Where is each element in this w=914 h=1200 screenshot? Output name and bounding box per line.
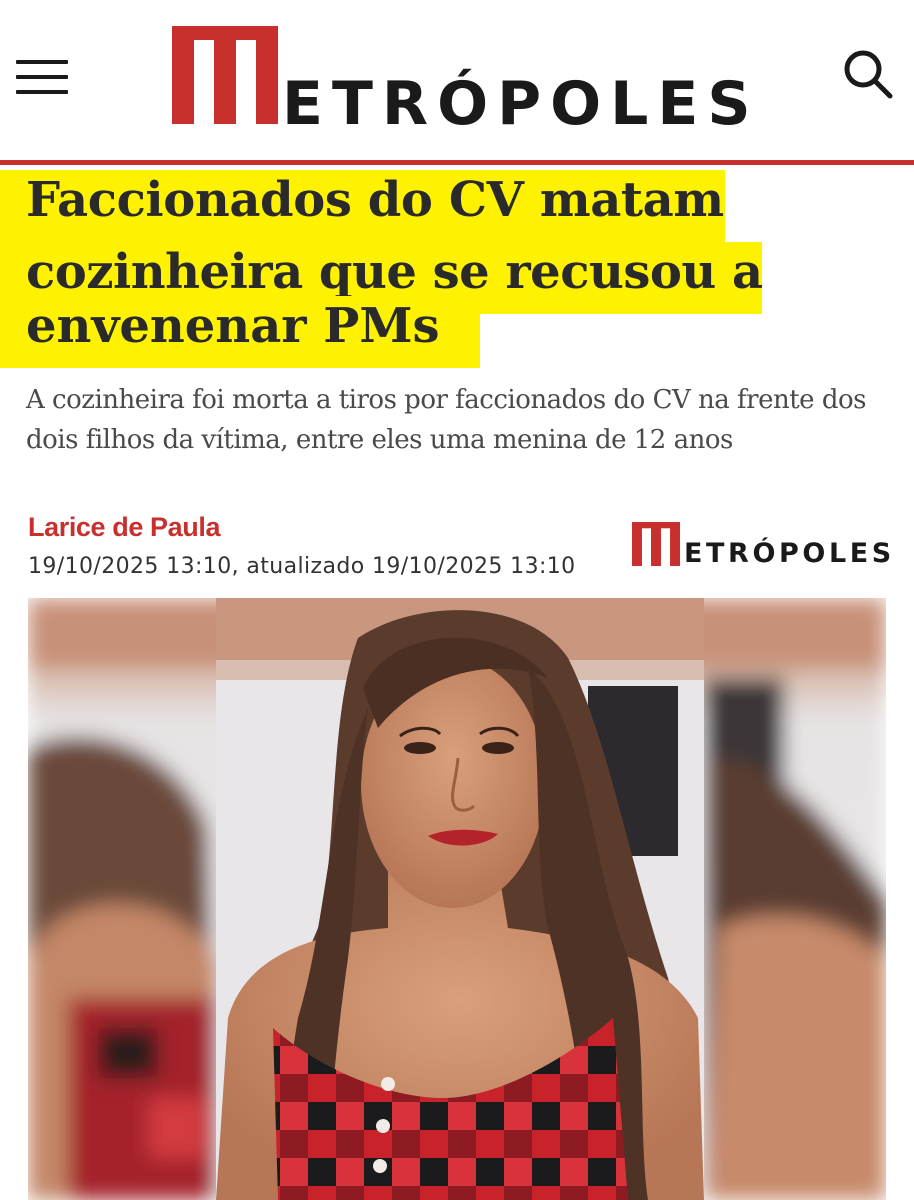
- site-logo[interactable]: ETRÓPOLES: [172, 26, 752, 134]
- site-header: ETRÓPOLES: [0, 0, 914, 160]
- article-subtitle: A cozinheira foi morta a tiros por facci…: [26, 385, 866, 455]
- source-logo: ETRÓPOLES: [632, 522, 895, 569]
- headline-line-1: Faccionados do CV matam: [0, 170, 725, 242]
- article-photo[interactable]: [28, 598, 886, 1200]
- source-logo-wordmark: ETRÓPOLES: [684, 538, 895, 569]
- author-link[interactable]: Larice de Paula: [28, 512, 221, 543]
- article-page: ETRÓPOLES Faccionados do CV matam cozinh…: [0, 0, 914, 1200]
- logo-m-mark: [172, 26, 278, 124]
- hamburger-menu-icon[interactable]: [16, 58, 70, 98]
- source-logo-m-mark: [632, 522, 680, 566]
- headline-line-3: envenenar PMs: [0, 296, 480, 368]
- search-icon[interactable]: [842, 48, 894, 100]
- logo-wordmark: ETRÓPOLES: [282, 69, 760, 139]
- publish-dates: 19/10/2025 13:10, atualizado 19/10/2025 …: [28, 554, 576, 579]
- header-divider: [0, 160, 914, 165]
